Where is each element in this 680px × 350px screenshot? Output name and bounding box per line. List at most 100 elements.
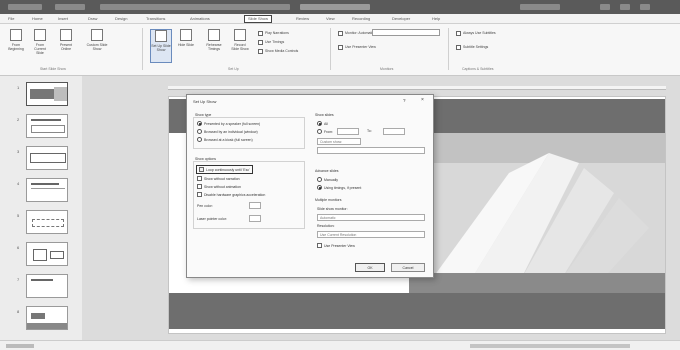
radio-button[interactable] — [317, 129, 322, 134]
to-slide-input[interactable] — [383, 128, 405, 135]
slide-thumbnail-pane: 1 2 3 4 5 6 7 8 — [0, 76, 82, 340]
checkbox-box[interactable] — [258, 48, 263, 54]
checkbox-box[interactable] — [197, 184, 202, 189]
group-label-monitors: Monitors — [380, 67, 394, 71]
tab-animations[interactable]: Animations — [190, 16, 210, 21]
show-without-narration-checkbox[interactable]: Show without narration — [197, 176, 240, 181]
checkbox-box[interactable] — [258, 39, 263, 45]
use-presenter-view-checkbox[interactable]: Use Presenter View — [338, 44, 376, 50]
slide-thumbnail-1[interactable] — [26, 82, 68, 106]
horizontal-ruler — [168, 86, 666, 90]
show-type-option-speaker[interactable]: Presented by a speaker (full screen) — [197, 121, 260, 126]
custom-show-dropdown[interactable] — [317, 147, 425, 154]
from-slide-input[interactable] — [337, 128, 359, 135]
tab-review[interactable]: Review — [296, 16, 309, 21]
rehearse-timings-button[interactable]: Rehearse Timings — [204, 29, 224, 63]
slide-thumbnail-7[interactable] — [26, 274, 68, 298]
slide-thumbnail-8[interactable] — [26, 306, 68, 330]
tab-view[interactable]: View — [326, 16, 335, 21]
checkbox-box[interactable] — [197, 192, 202, 197]
present-online-button[interactable]: Present Online — [56, 29, 76, 63]
show-media-controls-label: Show Media Controls — [265, 49, 299, 53]
laser-color-picker[interactable] — [249, 215, 261, 222]
slide-thumbnail-3[interactable] — [26, 146, 68, 170]
ok-button[interactable]: OK — [355, 263, 385, 272]
slide-number: 8 — [17, 309, 20, 314]
monitor-dropdown[interactable] — [372, 29, 440, 36]
thumbnail-image — [54, 87, 67, 101]
account-name[interactable] — [520, 4, 560, 10]
show-slides-from-radio[interactable]: From: — [317, 129, 333, 134]
advance-manually-radio[interactable]: Manually — [317, 177, 338, 182]
pen-color-picker[interactable] — [249, 202, 261, 209]
cancel-button[interactable]: Cancel — [391, 263, 425, 272]
show-without-animation-checkbox[interactable]: Show without animation — [197, 184, 241, 189]
from-beginning-button[interactable]: From Beginning — [6, 29, 26, 63]
thumbnail-box — [50, 251, 64, 259]
present-online-label: Present Online — [59, 43, 73, 51]
show-slides-all-radio[interactable]: All — [317, 121, 328, 126]
disable-hardware-acceleration-checkbox[interactable]: Disable hardware graphics acceleration — [197, 192, 265, 197]
show-media-controls-checkbox[interactable]: Show Media Controls — [258, 48, 298, 54]
tab-slide-show[interactable]: Slide Show — [244, 15, 273, 23]
close-window-button[interactable] — [640, 4, 650, 10]
tab-draw[interactable]: Draw — [88, 16, 97, 21]
resolution-dropdown[interactable]: Use Current Resolution — [317, 231, 425, 238]
set-up-slide-show-button[interactable]: Set Up Slide Show — [150, 29, 172, 63]
minimize-button[interactable] — [600, 4, 610, 10]
checkbox-box[interactable] — [338, 44, 343, 50]
tab-design[interactable]: Design — [115, 16, 127, 21]
custom-slide-show-button[interactable]: Custom Slide Show — [82, 29, 112, 63]
dialog-title: Set Up Show — [193, 99, 217, 104]
checkbox-box[interactable] — [456, 30, 461, 36]
tab-file[interactable]: File — [8, 16, 14, 21]
radio-button[interactable] — [317, 185, 322, 190]
checkbox-box[interactable] — [258, 30, 263, 36]
play-narrations-label: Play Narrations — [265, 31, 289, 35]
quick-access-toolbar[interactable] — [8, 4, 42, 10]
record-slide-show-button[interactable]: Record Slide Show — [230, 29, 250, 63]
tab-developer[interactable]: Developer — [392, 16, 410, 21]
checkbox-box[interactable] — [317, 243, 322, 248]
tab-help[interactable]: Help — [432, 16, 440, 21]
radio-button[interactable] — [197, 137, 202, 142]
advance-using-timings-radio[interactable]: Using timings, if present — [317, 185, 361, 190]
radio-button[interactable] — [197, 121, 202, 126]
tab-recording[interactable]: Recording — [352, 16, 370, 21]
book-photo — [409, 133, 665, 293]
maximize-button[interactable] — [620, 4, 630, 10]
tab-insert[interactable]: Insert — [58, 16, 68, 21]
checkbox-box[interactable] — [199, 167, 204, 172]
slide-thumbnail-5[interactable] — [26, 210, 68, 234]
slide-thumbnail-2[interactable] — [26, 114, 68, 138]
show-type-option-individual[interactable]: Browsed by an individual (window) — [197, 129, 258, 134]
slide-monitor-dropdown[interactable]: Automatic — [317, 214, 425, 221]
close-icon[interactable]: × — [421, 97, 424, 103]
use-timings-checkbox[interactable]: Use Timings — [258, 39, 284, 45]
view-and-zoom-controls[interactable] — [470, 344, 630, 348]
always-use-subtitles-checkbox[interactable]: Always Use Subtitles — [456, 30, 496, 36]
tab-home[interactable]: Home — [32, 16, 43, 21]
checkbox-box[interactable] — [197, 176, 202, 181]
option-label: Browsed at a kiosk (full screen) — [204, 137, 253, 142]
play-narrations-checkbox[interactable]: Play Narrations — [258, 30, 289, 36]
from-current-slide-button[interactable]: From Current Slide — [30, 29, 50, 63]
radio-button[interactable] — [317, 121, 322, 126]
option-label: From: — [324, 129, 334, 134]
search-box[interactable] — [300, 4, 370, 10]
use-presenter-view-dialog-checkbox[interactable]: Use Presenter View — [317, 243, 355, 248]
autosave-toggle[interactable] — [55, 4, 85, 10]
custom-show-field[interactable]: Custom show: — [317, 138, 361, 145]
slide-thumbnail-6[interactable] — [26, 242, 68, 266]
radio-button[interactable] — [197, 129, 202, 134]
tab-transitions[interactable]: Transitions — [146, 16, 165, 21]
help-icon[interactable]: ? — [403, 98, 406, 103]
subtitle-settings-button[interactable]: Subtitle Settings — [456, 44, 488, 50]
hide-slide-button[interactable]: Hide Slide — [176, 29, 196, 63]
use-presenter-view-label: Use Presenter View — [345, 45, 376, 49]
show-type-option-kiosk[interactable]: Browsed at a kiosk (full screen) — [197, 137, 253, 142]
loop-continuously-checkbox[interactable]: Loop continuously until 'Esc' — [196, 165, 253, 174]
slide-thumbnail-4[interactable] — [26, 178, 68, 202]
radio-button[interactable] — [317, 177, 322, 182]
monitor-select[interactable]: Monitor: Automatic — [338, 30, 374, 36]
